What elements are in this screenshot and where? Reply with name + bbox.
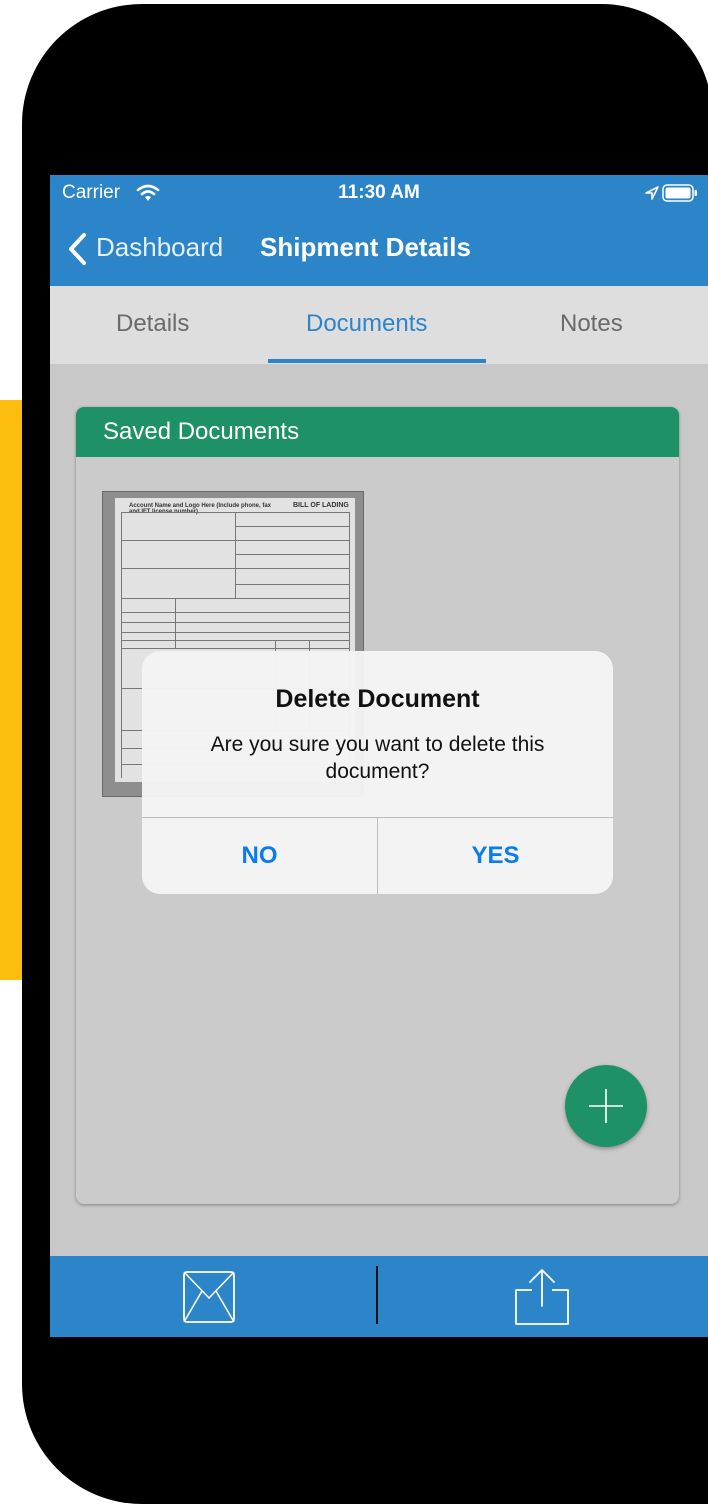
tab-details[interactable]: Details: [116, 310, 189, 338]
chevron-left-icon[interactable]: [66, 232, 88, 266]
add-document-button[interactable]: [565, 1065, 647, 1147]
dialog-message: Are you sure you want to delete this doc…: [210, 733, 545, 783]
dialog-title: Delete Document: [275, 685, 480, 713]
bottom-toolbar: [50, 1256, 708, 1337]
location-icon: [645, 186, 659, 200]
status-time: 11:30 AM: [338, 182, 420, 203]
thumbnail-header-left: Account Name and Logo Here (Include phon…: [129, 503, 272, 515]
tab-bar: Details Documents Notes: [50, 286, 708, 364]
yes-button[interactable]: YES: [378, 817, 613, 894]
status-bar: Carrier 11:30 AM: [50, 175, 708, 211]
mail-icon[interactable]: [182, 1270, 236, 1324]
page-title: Shipment Details: [260, 232, 471, 262]
tab-selected-indicator: [268, 359, 486, 363]
no-button[interactable]: NO: [142, 817, 377, 894]
delete-document-dialog: Delete Document Are you sure you want to…: [142, 651, 613, 894]
thumbnail-header-right: BILL OF LADING: [293, 502, 349, 509]
card-title: Saved Documents: [103, 418, 300, 445]
tab-documents[interactable]: Documents: [306, 310, 427, 338]
back-button[interactable]: Dashboard: [96, 232, 223, 263]
plus-icon: [589, 1089, 623, 1123]
share-icon[interactable]: [514, 1266, 570, 1326]
card-header: Saved Documents: [76, 407, 679, 457]
navigation-bar: Dashboard Shipment Details: [50, 211, 708, 286]
toolbar-divider: [376, 1266, 378, 1324]
tab-notes[interactable]: Notes: [560, 310, 623, 338]
app-screen: Carrier 11:30 AM Dashboard Shipment Deta…: [50, 175, 708, 1337]
battery-icon: [662, 184, 697, 202]
